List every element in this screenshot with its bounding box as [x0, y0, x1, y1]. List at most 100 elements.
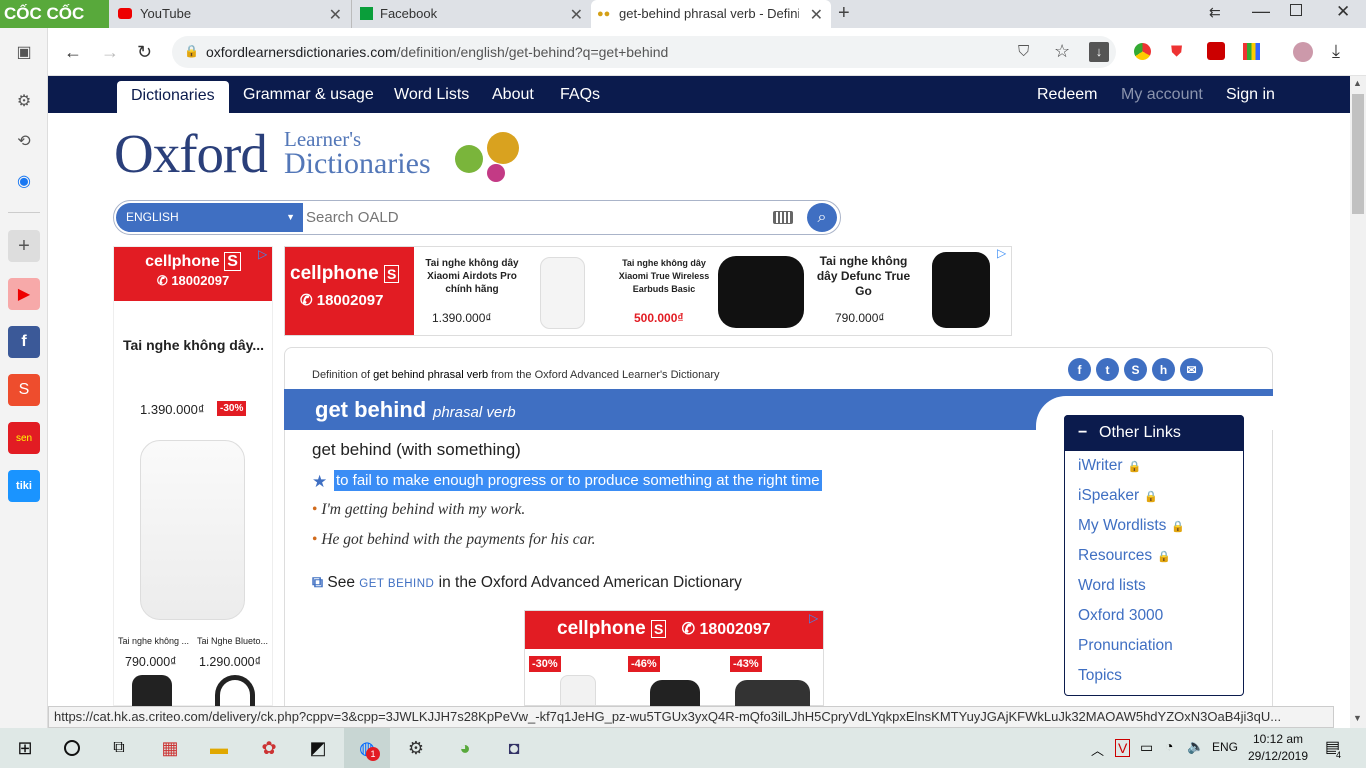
maximize-button[interactable] — [1290, 4, 1302, 16]
other-links-header[interactable]: − Other Links — [1064, 415, 1244, 451]
reload-button[interactable]: ↻ — [137, 42, 152, 63]
link-resources[interactable]: Resources 🔒 — [1078, 547, 1171, 565]
search-input[interactable] — [306, 205, 766, 230]
download-page-icon[interactable]: ↓ — [1089, 42, 1109, 62]
tab-oxford[interactable]: ●● get-behind phrasal verb - Definitio ✕ — [591, 0, 831, 28]
profile-avatar[interactable] — [1293, 42, 1313, 62]
tab-youtube[interactable]: YouTube ✕ — [110, 0, 350, 28]
link-topics[interactable]: Topics — [1078, 667, 1122, 685]
bottom-ad-banner[interactable]: cellphone S ✆ 18002097 — [525, 611, 823, 649]
tiki-app-icon[interactable]: tiki — [8, 470, 40, 502]
settings-gear-icon[interactable]: ⚙ — [401, 733, 431, 763]
top-ad-banner[interactable]: cellphone S ✆ 18002097 — [285, 247, 414, 335]
color-extension-icon[interactable] — [1243, 43, 1260, 60]
email-share-icon[interactable]: ✉ — [1180, 358, 1203, 381]
link-word-lists[interactable]: Word lists — [1078, 577, 1146, 595]
nav-my-account[interactable]: My account — [1121, 76, 1203, 113]
twitter-share-icon[interactable]: t — [1096, 358, 1119, 381]
nav-dictionaries[interactable]: Dictionaries — [117, 81, 229, 113]
app-icon-1[interactable]: ▦ — [155, 733, 185, 763]
facebook-share-icon[interactable]: f — [1068, 358, 1091, 381]
search-icon: ⌕ — [817, 208, 827, 226]
link-ispeaker[interactable]: iSpeaker 🔒 — [1078, 487, 1158, 505]
youtube-icon — [118, 8, 132, 19]
youtube-app-icon[interactable]: ▶ — [8, 278, 40, 310]
minimize-button[interactable]: — — [1252, 1, 1270, 22]
see-also-link[interactable]: ⧉ See GET BEHIND in the Oxford Advanced … — [312, 574, 742, 592]
sendo-app-icon[interactable]: sen — [8, 422, 40, 454]
tray-v-icon[interactable]: V — [1115, 739, 1131, 757]
close-tab-icon[interactable]: ✕ — [810, 5, 823, 25]
windows-start-icon[interactable]: ⊞ — [10, 733, 40, 763]
shield-icon[interactable]: ⛉ — [1018, 43, 1029, 60]
settings-gear-icon[interactable]: ⚙ — [8, 85, 40, 117]
battery-icon[interactable]: ▭ — [1140, 739, 1153, 756]
tab-facebook[interactable]: Facebook ✕ — [351, 0, 591, 28]
close-tab-icon[interactable]: ✕ — [570, 5, 583, 25]
adblock-shield-icon[interactable]: ⛊ — [1171, 43, 1182, 60]
bookmark-star-icon[interactable]: ☆ — [1054, 41, 1070, 62]
notification-count: 4 — [1336, 750, 1342, 760]
back-button[interactable]: ← — [64, 42, 82, 63]
tab-search-icon[interactable]: ⇇ — [1209, 4, 1221, 21]
messenger-icon[interactable]: ◉ — [8, 165, 40, 197]
coccoc-menu-button[interactable]: CỐC CỐC — [0, 0, 109, 28]
adchoices-icon[interactable]: ▷ — [809, 611, 818, 625]
link-my-wordlists[interactable]: My Wordlists 🔒 — [1078, 517, 1185, 535]
nav-word-lists[interactable]: Word Lists — [394, 76, 469, 113]
red-extension-icon[interactable] — [1207, 42, 1225, 60]
tray-chevron-up-icon[interactable]: ︿ — [1091, 740, 1104, 759]
airdots-image — [540, 257, 585, 329]
adchoices-icon[interactable]: ▷ — [258, 247, 267, 261]
paint-icon[interactable]: ✿ — [254, 733, 284, 763]
sidebar-toggle-icon[interactable]: ▣ — [8, 36, 40, 68]
clock-date[interactable]: 29/12/2019 — [1246, 749, 1310, 763]
link-oxford-3000[interactable]: Oxford 3000 — [1078, 607, 1163, 625]
link-iwriter[interactable]: iWriter 🔒 — [1078, 457, 1141, 475]
nav-sign-in[interactable]: Sign in — [1226, 76, 1275, 113]
add-app-icon[interactable]: + — [8, 230, 40, 262]
keyboard-icon[interactable] — [773, 211, 793, 224]
chrome-extension-icon[interactable] — [1134, 43, 1151, 60]
shopee-app-icon[interactable]: S — [8, 374, 40, 406]
coccoc-taskbar-icon[interactable]: ◕ — [450, 733, 480, 763]
scroll-up-arrow-icon[interactable]: ▲ — [1353, 78, 1362, 88]
lock-icon: 🔒 — [1144, 491, 1158, 503]
scrollbar-thumb[interactable] — [1352, 94, 1364, 214]
task-view-icon[interactable]: ⧉ — [104, 733, 134, 763]
new-tab-button[interactable]: + — [838, 2, 850, 25]
oxford-logo[interactable]: Oxford — [114, 122, 268, 185]
lock-icon[interactable]: 🔒 — [184, 44, 199, 58]
headword: get behind — [315, 397, 427, 422]
zalo-notification-badge: 1 — [366, 747, 380, 761]
example-2: • He got behind with the payments for hi… — [312, 531, 596, 548]
search-button[interactable]: ⌕ — [807, 203, 837, 232]
facebook-app-icon[interactable]: f — [8, 326, 40, 358]
left-ad-small-title-1: Tai nghe không ... — [118, 636, 190, 646]
history-icon[interactable]: ⟲ — [8, 125, 40, 157]
input-language[interactable]: ENG — [1212, 740, 1238, 754]
oxford-3000-star-icon[interactable]: ★ — [312, 472, 327, 492]
hi-share-icon[interactable]: h — [1152, 358, 1175, 381]
file-explorer-icon[interactable]: ▬ — [204, 733, 234, 763]
scroll-down-arrow-icon[interactable]: ▼ — [1353, 713, 1362, 723]
adchoices-icon[interactable]: ▷ — [997, 246, 1006, 260]
left-ad-banner[interactable]: cellphone S ✆ 18002097 — [114, 247, 272, 301]
clock-time[interactable]: 10:12 am — [1251, 732, 1305, 746]
nav-faqs[interactable]: FAQs — [560, 76, 600, 113]
nav-grammar-usage[interactable]: Grammar & usage — [243, 76, 374, 113]
language-select[interactable]: ENGLISH ▼ — [116, 203, 303, 232]
nav-redeem[interactable]: Redeem — [1037, 76, 1097, 113]
stumbleupon-share-icon[interactable]: S — [1124, 358, 1147, 381]
link-pronunciation[interactable]: Pronunciation — [1078, 637, 1173, 655]
forward-button[interactable]: → — [101, 42, 119, 63]
close-tab-icon[interactable]: ✕ — [329, 5, 342, 25]
downloads-icon[interactable]: ⤓ — [1332, 41, 1340, 62]
sticky-app-icon[interactable]: ◩ — [303, 733, 333, 763]
close-window-button[interactable]: ✕ — [1336, 2, 1350, 22]
nav-about[interactable]: About — [492, 76, 534, 113]
wifi-icon[interactable]: ◔ — [1165, 738, 1173, 754]
app-icon-2[interactable]: ◘ — [499, 733, 529, 763]
volume-icon[interactable]: 🔈 — [1187, 738, 1204, 755]
search-circle-icon[interactable] — [57, 733, 87, 763]
